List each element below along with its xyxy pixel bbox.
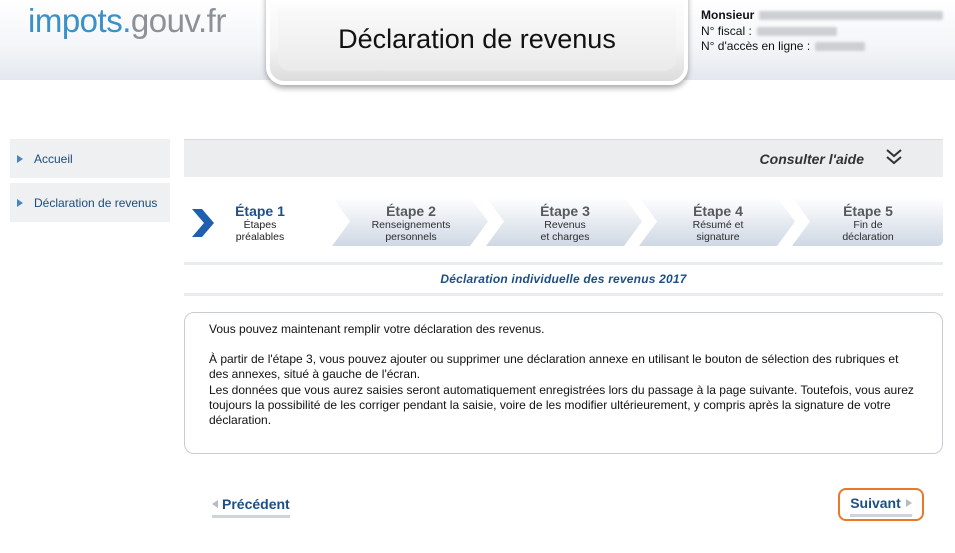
- help-link[interactable]: Consulter l'aide: [760, 151, 864, 167]
- step-subtitle-line1: Résumé et: [692, 219, 744, 231]
- triangle-right-icon: [905, 499, 912, 507]
- step-4: Étape 4 Résumé et signature: [639, 197, 795, 246]
- step-1: Étape 1 Étapes préalables: [218, 197, 318, 246]
- step-subtitle-line2: signature: [696, 231, 740, 243]
- user-info: Monsieur N° fiscal : N° d'accès en ligne…: [701, 8, 944, 55]
- step-subtitle-line2: préalables: [235, 231, 285, 243]
- previous-label: Précédent: [222, 495, 290, 512]
- triangle-right-icon: [17, 198, 23, 207]
- section-title: Déclaration individuelle des revenus 201…: [440, 272, 687, 286]
- redacted-fiscal-number: [756, 26, 837, 36]
- site-logo[interactable]: impots.gouv.fr: [28, 2, 226, 40]
- step-subtitle-line2: déclaration: [842, 231, 894, 243]
- info-panel: Vous pouvez maintenant remplir votre déc…: [184, 312, 943, 454]
- step-title: Étape 1: [235, 203, 285, 219]
- logo-part-1: impots.: [28, 2, 131, 39]
- step-3: Étape 3 Revenus et charges: [486, 197, 642, 246]
- user-title: Monsieur: [701, 8, 755, 22]
- page-title: Déclaration de revenus: [278, 8, 676, 71]
- step-subtitle-line1: Étapes: [243, 219, 277, 231]
- redacted-access-number: [815, 42, 866, 52]
- step-subtitle-line1: Revenus: [544, 219, 586, 231]
- current-step-arrow-icon: [192, 209, 214, 237]
- triangle-right-icon: [17, 154, 23, 163]
- sidebar-item-label: Accueil: [34, 151, 73, 166]
- previous-button[interactable]: Précédent: [212, 492, 290, 518]
- step-title: Étape 3: [540, 203, 590, 219]
- redacted-name: [759, 11, 944, 21]
- page-title-box: Déclaration de revenus: [266, 0, 688, 85]
- step-subtitle-line1: Renseignements: [371, 219, 451, 231]
- triangle-left-icon: [212, 499, 218, 508]
- step-subtitle-line2: et charges: [540, 231, 590, 243]
- step-title: Étape 5: [843, 203, 893, 219]
- steps-progress: Étape 1 Étapes préalables Étape 2 Rensei…: [184, 197, 943, 246]
- info-paragraph-3: Les données que vous aurez saisies seron…: [209, 382, 914, 428]
- sidebar-item-label: Déclaration de revenus: [34, 195, 158, 210]
- sidebar-item-accueil[interactable]: Accueil: [10, 139, 170, 178]
- logo-part-2: gouv.fr: [130, 2, 226, 39]
- sidebar: Accueil Déclaration de revenus: [10, 139, 170, 227]
- step-2: Étape 2 Renseignements personnels: [332, 197, 488, 246]
- step-subtitle-line1: Fin de: [853, 219, 883, 231]
- step-5: Étape 5 Fin de déclaration: [792, 197, 943, 246]
- fiscal-number-label: N° fiscal :: [701, 23, 752, 38]
- sidebar-item-declaration[interactable]: Déclaration de revenus: [10, 183, 170, 222]
- access-number-label: N° d'accès en ligne :: [701, 39, 811, 53]
- help-bar: Consulter l'aide: [184, 139, 943, 177]
- info-paragraph-2: À partir de l'étape 3, vous pouvez ajout…: [209, 352, 899, 382]
- divider: [184, 293, 943, 296]
- step-title: Étape 4: [693, 203, 743, 219]
- step-subtitle-line2: personnels: [385, 231, 437, 243]
- next-label: Suivant: [850, 495, 901, 511]
- step-title: Étape 2: [386, 203, 436, 219]
- info-paragraph-1: Vous pouvez maintenant remplir votre déc…: [209, 322, 545, 336]
- next-button[interactable]: Suivant: [838, 488, 924, 521]
- divider: [184, 262, 943, 265]
- double-chevron-down-icon[interactable]: [885, 147, 903, 167]
